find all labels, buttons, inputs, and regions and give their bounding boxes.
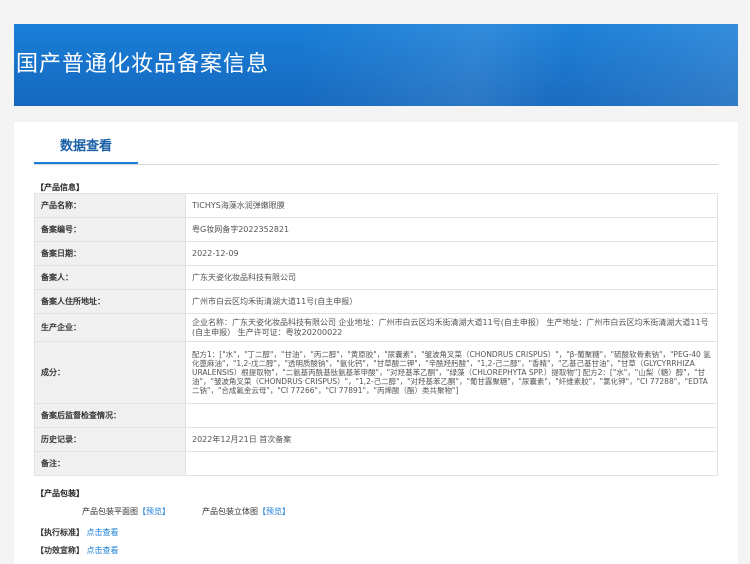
table-row: 成分： 配方1：["水"，"丁二醇"，"甘油"，"丙二醇"，"黄原胶"，"尿囊素… (34, 341, 718, 404)
efficacy-label: 【功效宣称】 (36, 546, 84, 555)
packaging-flat-row: 产品包装平面图【预览】 (82, 506, 170, 517)
inspection-value (185, 403, 718, 428)
record-date-value: 2022-12-09 (185, 241, 718, 266)
product-info-section-label: 【产品信息】 (36, 183, 84, 192)
header-banner: 国产普通化妆品备案信息 (14, 24, 738, 106)
registrant-value: 广东天姿化妆品科技有限公司 (185, 265, 718, 290)
table-row: 备案日期： 2022-12-09 (34, 241, 718, 266)
registrant-address-value: 广州市白云区均禾街清湖大道11号(自主申报） (185, 289, 718, 314)
table-row: 备案人住所地址： 广州市白云区均禾街清湖大道11号(自主申报） (34, 289, 718, 314)
standard-label: 【执行标准】 (36, 528, 84, 537)
row-label: 备案人： (34, 265, 186, 290)
row-label: 备案人住所地址： (34, 289, 186, 314)
tab-data-view[interactable]: 数据查看 (34, 134, 138, 164)
packaging-section-label: 【产品包装】 (36, 489, 84, 498)
row-label: 生产企业： (34, 313, 186, 342)
packaging-flat-preview-link[interactable]: 【预览】 (138, 507, 170, 516)
tab-bar: 数据查看 (34, 134, 718, 165)
packaging-stereo-label: 产品包装立体图 (202, 507, 258, 516)
row-label: 备案后监督检查情况： (34, 403, 186, 428)
content-panel: 数据查看 【产品信息】 产品名称： TICHYS海藻水润弹嫩眼膜 备案编号： 粤… (14, 122, 738, 564)
row-label: 历史记录： (34, 427, 186, 452)
record-number-value: 粤G妆网备字2022352821 (185, 217, 718, 242)
ingredients-value: 配方1：["水"，"丁二醇"，"甘油"，"丙二醇"，"黄原胶"，"尿囊素"，"皱… (185, 341, 718, 404)
product-name-value: TICHYS海藻水润弹嫩眼膜 (185, 193, 718, 218)
history-value: 2022年12月21日 首次备案 (185, 427, 718, 452)
product-info-table: 产品名称： TICHYS海藻水润弹嫩眼膜 备案编号： 粤G妆网备字2022352… (34, 193, 718, 476)
row-label: 成分： (34, 341, 186, 404)
packaging-flat-label: 产品包装平面图 (82, 507, 138, 516)
remarks-value (185, 451, 718, 476)
table-row: 备案后监督检查情况： (34, 403, 718, 428)
standard-view-link[interactable]: 点击查看 (87, 528, 119, 537)
packaging-stereo-preview-link[interactable]: 【预览】 (258, 507, 290, 516)
packaging-stereo-row: 产品包装立体图【预览】 (202, 506, 290, 517)
row-label: 备案编号： (34, 217, 186, 242)
table-row: 生产企业： 企业名称：广东天姿化妆品科技有限公司 企业地址：广州市白云区均禾街清… (34, 313, 718, 342)
manufacturer-value: 企业名称：广东天姿化妆品科技有限公司 企业地址：广州市白云区均禾街清湖大道11号… (185, 313, 718, 342)
banner-decoration (303, 24, 738, 106)
table-row: 备案编号： 粤G妆网备字2022352821 (34, 217, 718, 242)
row-label: 备注： (34, 451, 186, 476)
efficacy-view-link[interactable]: 点击查看 (87, 546, 119, 555)
table-row: 备案人： 广东天姿化妆品科技有限公司 (34, 265, 718, 290)
table-row: 产品名称： TICHYS海藻水润弹嫩眼膜 (34, 193, 718, 218)
table-row: 历史记录： 2022年12月21日 首次备案 (34, 427, 718, 452)
standard-row: 【执行标准】 点击查看 (36, 527, 119, 538)
table-row: 备注： (34, 451, 718, 476)
efficacy-row: 【功效宣称】 点击查看 (36, 545, 119, 556)
page-title: 国产普通化妆品备案信息 (16, 52, 270, 77)
row-label: 备案日期： (34, 241, 186, 266)
row-label: 产品名称： (34, 193, 186, 218)
